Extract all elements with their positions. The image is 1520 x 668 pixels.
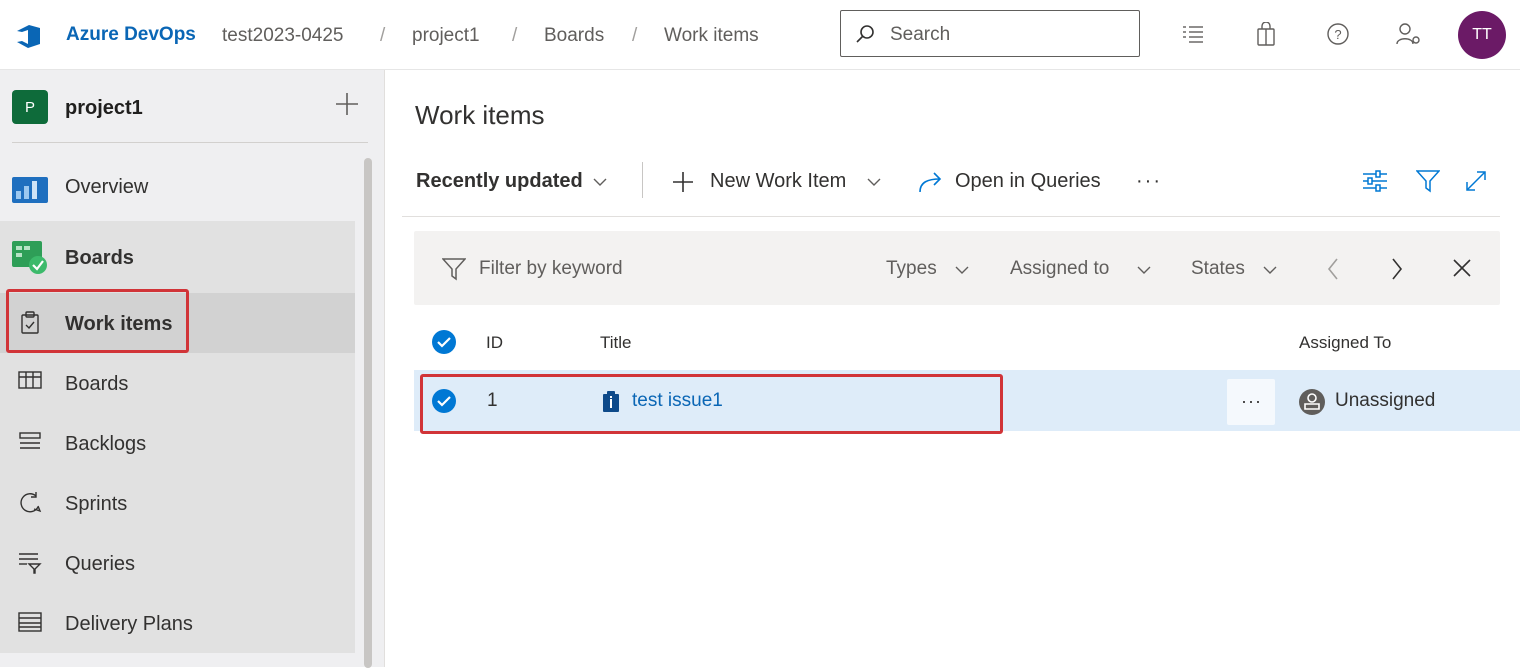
task-list-icon[interactable] (1181, 22, 1205, 46)
search-icon (855, 24, 875, 44)
query-icon (18, 551, 42, 575)
row-assigned-to[interactable]: Unassigned (1335, 390, 1435, 412)
view-selector[interactable]: Recently updated (416, 170, 583, 193)
user-settings-icon[interactable] (1396, 22, 1422, 46)
sidebar-item-queries[interactable]: Queries (0, 533, 355, 593)
backlog-icon (18, 431, 42, 453)
sidebar-item-label: Sprints (65, 493, 128, 515)
breadcrumb-separator: / (632, 25, 638, 46)
open-in-queries-button[interactable]: Open in Queries (955, 170, 1101, 193)
view-options-icon[interactable] (1362, 169, 1388, 193)
unassigned-avatar-icon (1298, 388, 1326, 416)
sidebar-item-label: Overview (65, 176, 149, 198)
sidebar-item-label: Backlogs (65, 433, 147, 455)
chevron-down-icon[interactable] (1136, 264, 1152, 276)
filter-icon (442, 257, 466, 281)
top-bar: Azure DevOps test2023-0425 / project1 / … (0, 0, 1520, 70)
search-box[interactable]: Search (840, 10, 1140, 57)
filter-bar: Filter by keyword Types Assigned to Stat… (414, 231, 1500, 305)
project-name[interactable]: project1 (65, 97, 143, 120)
filter-icon[interactable] (1416, 169, 1440, 193)
sidebar: P project1 Overview Boards Work items Bo… (0, 70, 385, 668)
toolbar-divider (642, 162, 643, 198)
more-label: ··· (1241, 391, 1262, 411)
chevron-down-icon[interactable] (592, 176, 608, 188)
avatar[interactable]: TT (1458, 11, 1506, 59)
sidebar-item-backlogs[interactable]: Backlogs (0, 413, 355, 473)
view-selector-label: Recently updated (416, 170, 583, 192)
toolbar-divider-line (402, 216, 1500, 217)
page-title: Work items (415, 100, 545, 130)
redo-arrow-icon (918, 170, 944, 194)
breadcrumb-separator: / (380, 25, 386, 46)
sidebar-scrollbar[interactable] (364, 158, 372, 668)
sidebar-item-boards[interactable]: Boards (0, 221, 355, 293)
sidebar-item-overview[interactable]: Overview (0, 156, 355, 216)
breadcrumb-organization[interactable]: test2023-0425 (222, 25, 344, 47)
plus-icon (672, 171, 694, 193)
column-header-title[interactable]: Title (600, 333, 632, 353)
close-icon[interactable] (1452, 258, 1472, 278)
brand-link[interactable]: Azure DevOps (66, 24, 196, 46)
board-columns-icon (18, 371, 42, 393)
project-badge: P (12, 90, 48, 124)
breadcrumb-project[interactable]: project1 (412, 25, 480, 47)
breadcrumb-work-items[interactable]: Work items (664, 25, 759, 47)
chevron-right-icon[interactable] (1390, 257, 1404, 281)
sidebar-item-label: Delivery Plans (65, 613, 193, 635)
types-filter-dropdown[interactable]: Types (886, 258, 937, 280)
sidebar-item-boards-view[interactable]: Boards (0, 353, 355, 413)
filter-keyword-input[interactable]: Filter by keyword (479, 258, 623, 280)
assigned-to-filter-dropdown[interactable]: Assigned to (1010, 258, 1109, 280)
svg-text:?: ? (1334, 27, 1341, 42)
chevron-down-icon[interactable] (1262, 264, 1278, 276)
breadcrumb-boards[interactable]: Boards (544, 25, 604, 47)
chevron-left-icon[interactable] (1326, 257, 1340, 281)
sidebar-item-label: Queries (65, 553, 136, 575)
new-work-item-button[interactable]: New Work Item (710, 170, 846, 193)
sidebar-item-label: Boards (65, 373, 129, 395)
search-placeholder: Search (890, 24, 951, 45)
sprint-icon (18, 491, 42, 515)
chevron-down-icon[interactable] (954, 264, 970, 276)
delivery-plans-icon (18, 611, 42, 633)
states-filter-dropdown[interactable]: States (1191, 258, 1245, 280)
column-header-id[interactable]: ID (486, 333, 503, 353)
overview-icon (12, 173, 48, 205)
sidebar-item-sprints[interactable]: Sprints (0, 473, 355, 533)
chevron-down-icon[interactable] (866, 176, 882, 188)
sidebar-item-label: Boards (65, 247, 134, 269)
row-more-button[interactable]: ··· (1227, 379, 1275, 425)
select-all-checkbox[interactable] (432, 330, 456, 354)
highlight-box-row (420, 374, 1003, 434)
expand-icon[interactable] (1464, 169, 1488, 193)
boards-icon (12, 241, 48, 275)
shopping-bag-icon[interactable] (1255, 22, 1277, 46)
more-actions-button[interactable]: ··· (1136, 170, 1162, 193)
breadcrumb-separator: / (512, 25, 518, 46)
column-header-assigned-to[interactable]: Assigned To (1299, 333, 1391, 353)
add-icon[interactable] (335, 92, 359, 116)
sidebar-item-delivery-plans[interactable]: Delivery Plans (0, 593, 355, 653)
sidebar-divider (12, 142, 368, 143)
help-icon[interactable]: ? (1326, 22, 1350, 46)
highlight-box-work-items (6, 289, 189, 353)
azure-devops-logo-icon[interactable] (14, 22, 46, 50)
